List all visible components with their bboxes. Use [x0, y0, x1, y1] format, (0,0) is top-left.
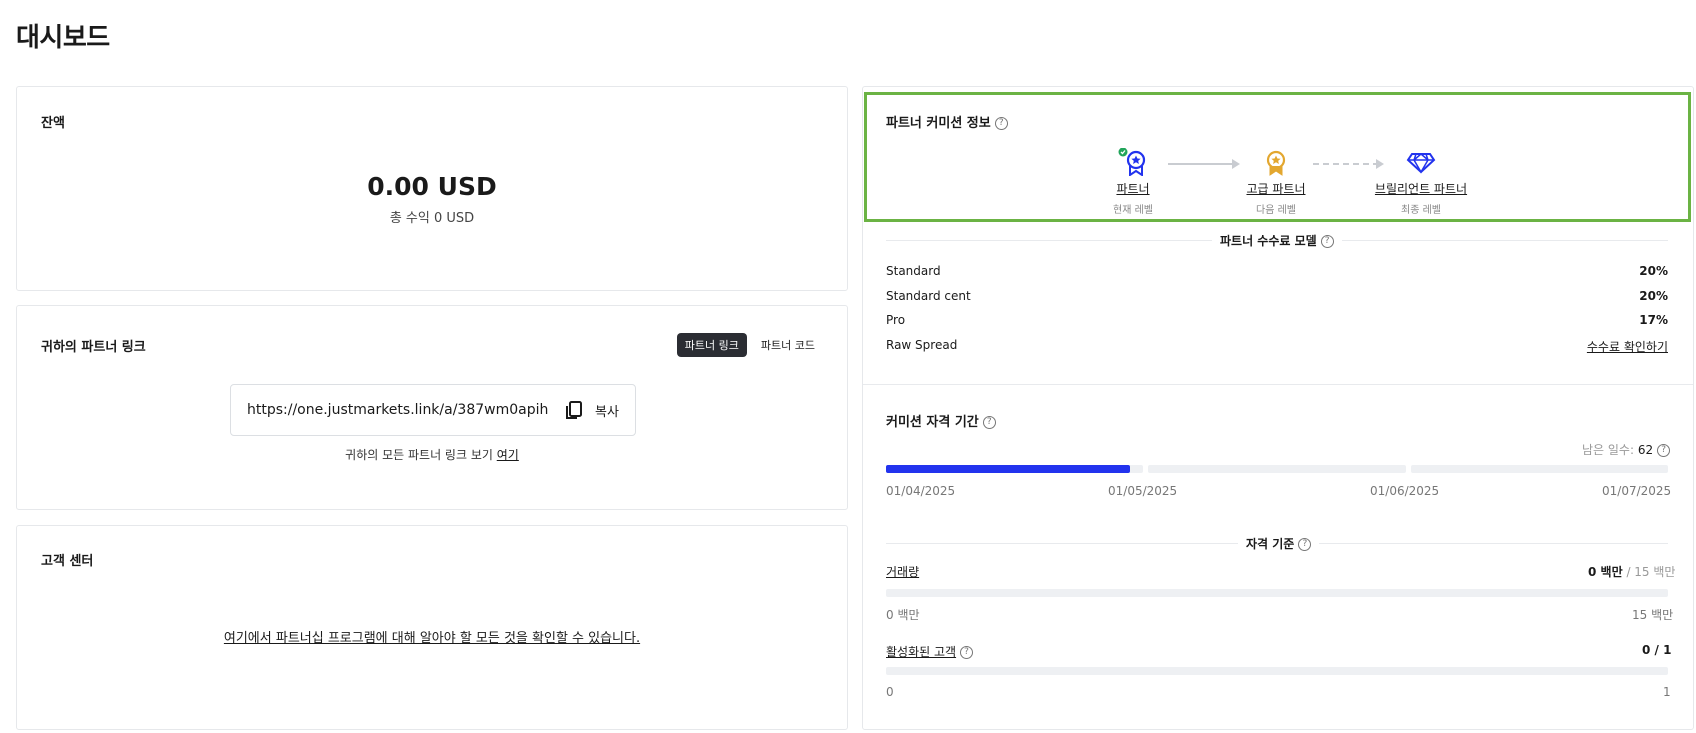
level-partner: 파트너 현재 레벨 [1063, 148, 1203, 216]
qualification-label: 커미션 자격 기간 [886, 415, 979, 430]
help-center-link-wrap: 여기에서 파트너십 프로그램에 대해 알아야 할 모든 것을 확인할 수 있습니… [17, 627, 847, 646]
level-advanced-partner: 고급 파트너 다음 레벨 [1206, 148, 1346, 216]
help-icon[interactable]: ? [1657, 444, 1671, 457]
days-left-label: 남은 일수: [1582, 443, 1635, 457]
help-icon[interactable]: ? [982, 416, 996, 429]
fee-label: Standard [886, 264, 941, 278]
all-links-text: 귀하의 모든 파트너 링크 보기 [345, 448, 493, 462]
period-bar-3 [1411, 465, 1668, 473]
medal-icon [1266, 150, 1286, 176]
fee-row-standard: Standard 20% [886, 264, 1668, 278]
level-sub: 최종 레벨 [1401, 205, 1441, 216]
fee-value: 20% [1639, 264, 1668, 278]
fee-row-pro: Pro 17% [886, 313, 1668, 327]
level-name[interactable]: 파트너 [1063, 180, 1203, 197]
days-left: 남은 일수: 62? [1582, 441, 1671, 458]
period-bar-1 [886, 465, 1143, 473]
period-date: 01/07/2025 [1602, 484, 1672, 498]
fee-model-title: 파트너 수수료 모델? [1212, 232, 1342, 249]
fee-label: Raw Spread [886, 338, 958, 352]
balance-title: 잔액 [41, 116, 65, 131]
help-center-link[interactable]: 여기에서 파트너십 프로그램에 대해 알아야 할 모든 것을 확인할 수 있습니… [224, 631, 640, 646]
criteria-title: 자격 기준? [1238, 535, 1320, 552]
level-name[interactable]: 고급 파트너 [1206, 180, 1346, 197]
fee-label: Pro [886, 313, 906, 327]
fee-value: 20% [1639, 289, 1668, 303]
partner-link-url[interactable]: https://one.justmarkets.link/a/387wm0api… [247, 402, 551, 418]
qualification-title: 커미션 자격 기간? [886, 411, 996, 430]
copy-button[interactable]: 복사 [595, 401, 619, 420]
balance-card: 잔액 0.00 USD 총 수익 0 USD [16, 86, 848, 291]
total-earnings: 총 수익 0 USD [389, 211, 475, 226]
period-bar-fill [886, 465, 1131, 473]
level-name[interactable]: 브릴리언트 파트너 [1351, 180, 1491, 197]
clients-value: 0 / 1 [1642, 643, 1672, 657]
page-title: 대시보드 [16, 23, 110, 53]
help-icon[interactable]: ? [960, 646, 974, 659]
check-fees-link[interactable]: 수수료 확인하기 [1587, 338, 1668, 355]
level-sub: 다음 레벨 [1256, 205, 1296, 216]
all-links-link[interactable]: 여기 [497, 448, 519, 462]
period-date: 01/05/2025 [1108, 484, 1178, 498]
commission-info-title: 파트너 커미션 정보? [886, 112, 1008, 131]
help-center-card: 고객 센터 여기에서 파트너십 프로그램에 대해 알아야 할 모든 것을 확인할… [16, 525, 848, 730]
balance-amount: 0.00 USD [367, 172, 497, 201]
fee-row-raw-spread: Raw Spread 수수료 확인하기 [886, 338, 1668, 355]
fee-row-standard-cent: Standard cent 20% [886, 289, 1668, 303]
level-sub: 현재 레벨 [1113, 205, 1153, 216]
help-icon[interactable]: ? [1320, 235, 1334, 248]
period-date: 01/04/2025 [886, 484, 956, 498]
volume-max: 15 백만 [1632, 608, 1674, 622]
partner-link-field[interactable]: https://one.justmarkets.link/a/387wm0api… [230, 384, 636, 436]
help-center-title: 고객 센터 [41, 554, 94, 569]
fee-value: 17% [1639, 313, 1668, 327]
period-bar-2 [1148, 465, 1406, 473]
days-left-value: 62 [1637, 443, 1654, 457]
volume-bar [886, 589, 1668, 597]
clients-min: 0 [886, 685, 894, 699]
period-date: 01/06/2025 [1370, 484, 1440, 498]
volume-target: / 15 백만 [1626, 565, 1676, 579]
fee-label: Standard cent [886, 289, 971, 303]
partner-link-title: 귀하의 파트너 링크 [41, 340, 146, 355]
partner-link-card: 귀하의 파트너 링크 파트너 링크 파트너 코드 https://one.jus… [16, 305, 848, 510]
clients-label-wrap: 활성화된 고객? [886, 643, 974, 660]
commission-info-label: 파트너 커미션 정보 [886, 116, 991, 131]
volume-value: 0 백만 / 15 백만 [1588, 563, 1675, 580]
help-icon[interactable]: ? [1298, 538, 1312, 551]
fee-model-label: 파트너 수수료 모델 [1220, 234, 1317, 248]
copy-icon[interactable] [563, 399, 585, 421]
medal-icon [1118, 148, 1146, 176]
clients-max: 1 [1663, 685, 1671, 699]
volume-min: 0 백만 [886, 608, 920, 622]
criteria-label: 자격 기준 [1246, 537, 1295, 551]
tab-partner-code[interactable]: 파트너 코드 [753, 333, 823, 357]
volume-label[interactable]: 거래량 [886, 563, 919, 580]
tab-partner-link[interactable]: 파트너 링크 [676, 333, 747, 357]
link-code-toggle: 파트너 링크 파트너 코드 [676, 333, 823, 357]
help-icon[interactable]: ? [994, 117, 1008, 130]
all-links-line: 귀하의 모든 파트너 링크 보기 여기 [17, 446, 847, 463]
diamond-icon [1406, 153, 1436, 174]
divider [863, 384, 1693, 385]
volume-current: 0 백만 [1588, 565, 1623, 579]
clients-label[interactable]: 활성화된 고객 [886, 645, 956, 659]
level-brilliant-partner: 브릴리언트 파트너 최종 레벨 [1351, 148, 1491, 216]
clients-bar [886, 667, 1668, 675]
